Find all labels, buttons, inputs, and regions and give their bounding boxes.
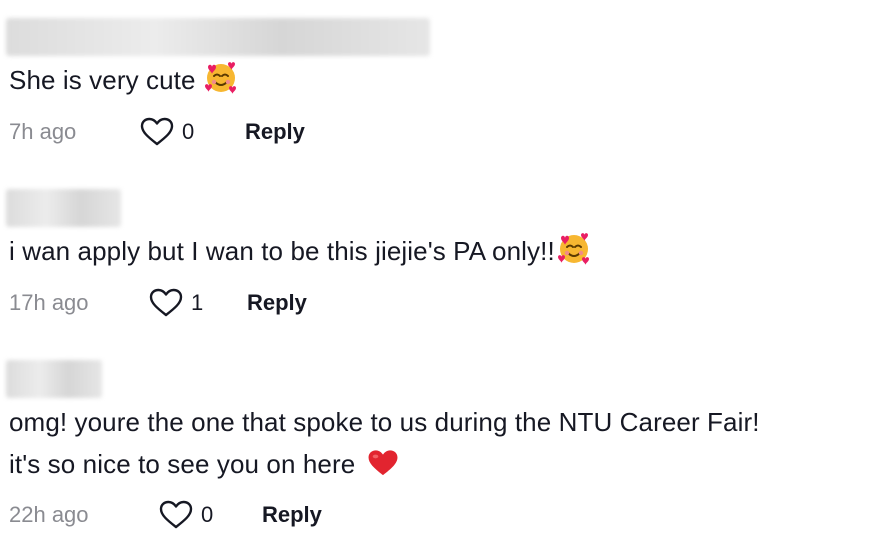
comment-text-content: She is very cute [9, 65, 196, 95]
username-redacted[interactable] [6, 18, 430, 56]
heart-outline-icon[interactable] [149, 288, 183, 318]
comment-meta: 7h ago 0 Reply [9, 117, 888, 147]
comment-text: it's so nice to see you on here [9, 443, 399, 489]
comment-timestamp: 17h ago [9, 290, 89, 315]
comment-text: i wan apply but I wan to be this jiejie'… [9, 230, 591, 278]
comment-meta: 22h ago 0 Reply [9, 500, 888, 530]
smiling-face-with-hearts-icon [557, 232, 591, 278]
red-heart-icon [367, 447, 399, 489]
reply-button[interactable]: Reply [247, 290, 307, 316]
username-redacted[interactable] [6, 189, 121, 227]
like-button[interactable]: 0 [159, 500, 213, 530]
heart-outline-icon[interactable] [159, 500, 193, 530]
smiling-face-with-hearts-icon [204, 61, 238, 107]
username-redacted[interactable] [6, 360, 102, 398]
comment-text-line1: omg! youre the one that spoke to us duri… [9, 407, 760, 437]
like-button[interactable]: 1 [149, 288, 203, 318]
like-count: 0 [182, 119, 195, 144]
reply-button[interactable]: Reply [245, 119, 305, 145]
like-button[interactable]: 0 [140, 117, 194, 147]
comment-timestamp: 7h ago [9, 119, 77, 144]
heart-outline-icon[interactable] [140, 117, 174, 147]
comment-meta: 17h ago 1 Reply [9, 288, 888, 318]
reply-button[interactable]: Reply [262, 502, 322, 528]
comment-text-line2: it's so nice to see you on here [9, 449, 356, 479]
comment-text-content: i wan apply but I wan to be this jiejie'… [9, 236, 555, 266]
comment-timestamp: 22h ago [9, 502, 89, 527]
comment-text: She is very cute [9, 59, 238, 107]
like-count: 1 [191, 290, 204, 315]
like-count: 0 [201, 502, 214, 527]
